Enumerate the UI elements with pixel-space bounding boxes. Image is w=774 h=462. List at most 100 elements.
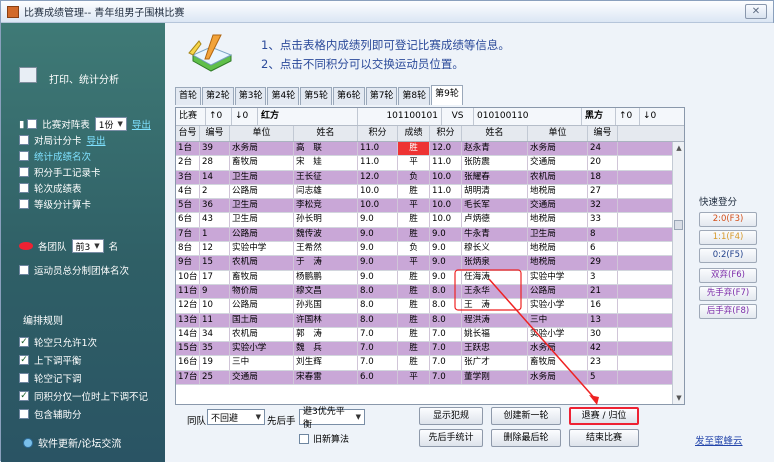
result-cell[interactable]: 负 — [398, 242, 430, 256]
rule-single-score[interactable]: 同积分仅一位时上下调不记 — [19, 389, 148, 403]
table-cell[interactable]: 10.0 — [430, 170, 462, 184]
table-cell[interactable]: 7.0 — [430, 342, 462, 356]
table-row[interactable]: 1台 39 水务局高 联 11.0 胜 12.0 赵永青 水务局 24 — [176, 142, 684, 157]
double-forfeit-button[interactable]: 双弃(F6) — [699, 268, 757, 283]
column-header-cell[interactable]: 积分 — [430, 126, 462, 141]
checkbox[interactable] — [19, 199, 29, 209]
checkbox[interactable] — [19, 183, 29, 193]
checkbox[interactable] — [19, 409, 29, 419]
result-cell[interactable]: 胜 — [398, 142, 430, 156]
table-cell[interactable]: 9.0 — [358, 242, 398, 256]
table-cell[interactable]: 8.0 — [358, 313, 398, 327]
export-link-2[interactable]: 导出 — [87, 133, 106, 147]
column-header-cell[interactable]: 积分 — [358, 126, 398, 141]
table-cell[interactable]: 7.0 — [358, 327, 398, 342]
table-row[interactable]: 17台 25 交通局 宋春雷 6.0 平 7.0 董学刚 水务局 5 — [176, 370, 684, 386]
tab-round-1[interactable]: 首轮 — [175, 87, 202, 105]
rule-aux-score[interactable]: 包含辅助分 — [19, 407, 82, 421]
sidebar-item-ranking[interactable]: 统计成绩名次 — [19, 149, 91, 163]
checkbox[interactable] — [19, 265, 29, 275]
table-row[interactable]: 10台 17 畜牧局 杨鹏鹏 9.0 胜 9.0 任海涛 实验中学 3 — [176, 270, 684, 285]
table-cell[interactable]: 7.0 — [358, 356, 398, 370]
table-cell[interactable]: 10.0 — [430, 213, 462, 227]
table-cell[interactable]: 12.0 — [358, 170, 398, 184]
result-cell[interactable]: 胜 — [398, 299, 430, 313]
table-cell[interactable]: 7.0 — [358, 342, 398, 356]
withdraw-button[interactable]: 退赛 / 归位 — [569, 407, 639, 425]
table-row[interactable]: 7台 1 公路局 魏传波 9.0 胜 9.0 牛永青 卫生局 8 — [176, 227, 684, 243]
sidebar-item-rating-card[interactable]: 等级分计算卡 — [19, 197, 91, 211]
sidebar-item-scorecard[interactable]: 对局计分卡 导出 — [19, 133, 106, 147]
column-header-cell[interactable]: 姓名 — [462, 126, 528, 141]
table-row[interactable]: 9台 15 农机局于 涛 9.0 平 9.0 张炳泉 地税局 29 — [176, 256, 684, 271]
table-cell[interactable]: 8.0 — [358, 299, 398, 313]
table-cell[interactable]: 11.0 — [358, 156, 398, 170]
table-cell[interactable]: 7.0 — [430, 370, 462, 385]
table-row[interactable]: 2台 28 畜牧局宋 娃 11.0 平 11.0 张防震 交通局 20 — [176, 156, 684, 171]
table-row[interactable]: 11台 9 物价局 穆文昌 8.0 胜 8.0 王永华 公路局 21 — [176, 284, 684, 300]
table-cell[interactable]: 12.0 — [430, 142, 462, 156]
quick-1-1-button[interactable]: 1:1(F4) — [699, 230, 757, 245]
result-cell[interactable]: 胜 — [398, 327, 430, 342]
send-cloud-link[interactable]: 发至蜜蜂云 — [695, 433, 743, 447]
rule-bye-down[interactable]: 轮空记下调 — [19, 371, 82, 385]
team-select[interactable]: 前3 ▼ — [71, 239, 104, 253]
table-cell[interactable]: 9.0 — [430, 242, 462, 256]
result-cell[interactable]: 胜 — [398, 284, 430, 299]
tab-round-3[interactable]: 第3轮 — [234, 87, 267, 105]
checkbox[interactable] — [19, 151, 29, 161]
copies-select[interactable]: 1份 ▼ — [94, 117, 127, 131]
table-cell[interactable]: 8.0 — [430, 284, 462, 299]
table-row[interactable]: 12台 10 公路局 孙兆国 8.0 胜 8.0 王 涛实验小学 16 — [176, 299, 684, 314]
table-row[interactable]: 5台 36 卫生局 李松竞 10.0 平 10.0 毛长军 交通局 32 — [176, 199, 684, 214]
same-team-select[interactable]: 不回避 ▼ — [207, 409, 265, 425]
column-header-cell[interactable]: 姓名 — [294, 126, 358, 141]
table-cell[interactable]: 10.0 — [430, 199, 462, 213]
tab-round-4[interactable]: 第4轮 — [267, 87, 300, 105]
table-cell[interactable]: 9.0 — [430, 256, 462, 270]
table-row[interactable]: 15台 35 实验小学魏 兵 7.0 胜 7.0 王跃忠 水务局 42 — [176, 342, 684, 357]
print-section[interactable]: 打印、统计分析 — [19, 67, 159, 99]
tab-round-7[interactable]: 第7轮 — [365, 87, 398, 105]
close-button[interactable]: ✕ — [745, 4, 767, 19]
quick-2-0-button[interactable]: 2:0(F3) — [699, 212, 757, 227]
delete-last-round-button[interactable]: 删除最后轮 — [491, 429, 561, 447]
tab-round-9[interactable]: 第9轮 — [431, 85, 463, 105]
quick-0-2-button[interactable]: 0:2(F5) — [699, 248, 757, 263]
result-cell[interactable]: 平 — [398, 256, 430, 270]
rule-bye-once[interactable]: 轮空只允许1次 — [19, 335, 97, 349]
checkbox[interactable] — [19, 337, 29, 347]
checkbox[interactable] — [19, 167, 29, 177]
table-cell[interactable]: 10.0 — [358, 184, 398, 199]
create-round-button[interactable]: 创建新一轮 — [491, 407, 561, 425]
order-stats-button[interactable]: 先后手统计 — [419, 429, 483, 447]
table-cell[interactable]: 11.0 — [358, 142, 398, 156]
table-cell[interactable]: 9.0 — [358, 256, 398, 270]
result-cell[interactable]: 胜 — [398, 184, 430, 199]
checkbox[interactable] — [27, 119, 38, 129]
table-row[interactable]: 3台 14 卫生局 王长征 12.0 负 10.0 张耀春 农机局 18 — [176, 170, 684, 185]
table-cell[interactable]: 11.0 — [430, 184, 462, 199]
table-cell[interactable]: 10.0 — [358, 199, 398, 213]
second-forfeit-button[interactable]: 后手弃(F8) — [699, 304, 757, 319]
first-forfeit-button[interactable]: 先手弃(F7) — [699, 286, 757, 301]
rule-balance[interactable]: 上下调平衡 — [19, 353, 82, 367]
result-cell[interactable]: 平 — [398, 370, 430, 385]
old-algo-checkbox-row[interactable]: 旧新算法 — [299, 432, 349, 445]
sidebar-item-match-table[interactable]: ▮ 比赛对阵表 1份 ▼ 导出 — [19, 117, 151, 131]
table-cell[interactable]: 9.0 — [358, 227, 398, 242]
checkbox[interactable] — [299, 433, 309, 444]
result-cell[interactable]: 胜 — [398, 356, 430, 370]
tab-round-5[interactable]: 第5轮 — [300, 87, 332, 105]
scroll-up-icon[interactable]: ▲ — [673, 142, 684, 154]
table-cell[interactable]: 7.0 — [430, 327, 462, 342]
sidebar-item-team-total[interactable]: 运动员总分制团体名次 — [19, 263, 129, 277]
tab-round-2[interactable]: 第2轮 — [202, 87, 234, 105]
checkbox[interactable] — [19, 391, 29, 401]
result-cell[interactable]: 平 — [398, 199, 430, 213]
table-row[interactable]: 14台 34 农机局郭 涛 7.0 胜 7.0 姚长福 实验小学 30 — [176, 327, 684, 343]
table-cell[interactable]: 9.0 — [430, 270, 462, 284]
result-cell[interactable]: 胜 — [398, 313, 430, 327]
table-cell[interactable]: 9.0 — [358, 213, 398, 227]
result-cell[interactable]: 平 — [398, 156, 430, 170]
